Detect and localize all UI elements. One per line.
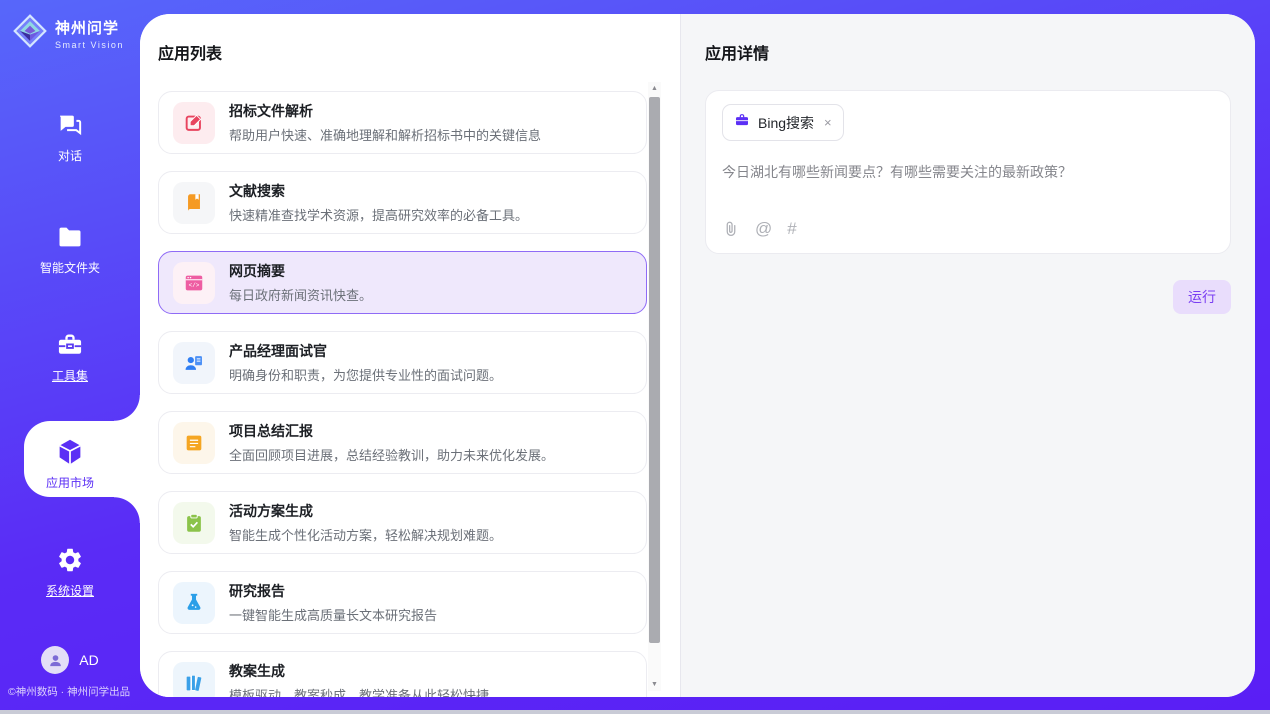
- app-card-description: 模板驱动，教案秒成，教学准备从此轻松快捷: [229, 685, 489, 697]
- svg-text:</>: </>: [189, 282, 200, 289]
- scrollbar-down-arrow-icon[interactable]: ▼: [648, 678, 661, 691]
- app-detail-panel: 应用详情 Bing搜索 × 今日湖北有哪些新闻要点？有哪些需要关注的最新政策？ …: [680, 14, 1255, 697]
- sidebar-item-1[interactable]: 对话: [0, 110, 140, 164]
- brand-name: 神州问学: [55, 17, 124, 38]
- brand-subtitle: Smart Vision: [55, 40, 124, 50]
- app-card-description: 明确身份和职责，为您提供专业性的面试问题。: [229, 365, 502, 384]
- app-card[interactable]: 招标文件解析帮助用户快速、准确地理解和解析招标书中的关键信息: [158, 91, 647, 154]
- app-card-meta: 网页摘要每日政府新闻资讯快查。: [229, 261, 372, 304]
- app-card-title: 产品经理面试官: [229, 341, 502, 361]
- sidebar-item-label: 对话: [58, 147, 82, 164]
- app-card-description: 每日政府新闻资讯快查。: [229, 285, 372, 304]
- scrollbar-thumb[interactable]: [649, 97, 660, 643]
- sidebar: 神州问学 Smart Vision 对话智能文件夹工具集应用市场系统设置 AD …: [0, 0, 140, 710]
- app-card-description: 快速精准查找学术资源，提高研究效率的必备工具。: [229, 205, 528, 224]
- chat-icon: [55, 110, 85, 140]
- books-icon: [173, 662, 215, 698]
- toolbox-icon: [55, 330, 85, 360]
- gear-icon: [55, 545, 85, 575]
- tool-chip-label: Bing搜索: [758, 113, 814, 133]
- app-card[interactable]: 产品经理面试官明确身份和职责，为您提供专业性的面试问题。: [158, 331, 647, 394]
- sidebar-item-5[interactable]: 系统设置: [0, 545, 140, 599]
- app-detail-title: 应用详情: [705, 40, 1231, 64]
- cube-icon: [55, 437, 85, 467]
- chip-close-icon[interactable]: ×: [824, 116, 832, 129]
- report-note-icon: [173, 422, 215, 464]
- sidebar-item-label: 智能文件夹: [40, 259, 100, 276]
- hash-icon[interactable]: #: [787, 219, 796, 239]
- app-list-panel: 应用列表 招标文件解析帮助用户快速、准确地理解和解析招标书中的关键信息文献搜索快…: [140, 14, 680, 697]
- brand: 神州问学 Smart Vision: [12, 13, 124, 54]
- browser-code-icon: </>: [173, 262, 215, 304]
- app-card-description: 帮助用户快速、准确地理解和解析招标书中的关键信息: [229, 125, 541, 144]
- app-card[interactable]: 研究报告一键智能生成高质量长文本研究报告: [158, 571, 647, 634]
- clipboard-check-icon: [173, 502, 215, 544]
- mention-icon[interactable]: @: [755, 219, 772, 239]
- app-card-title: 文献搜索: [229, 181, 528, 201]
- app-card[interactable]: 教案生成模板驱动，教案秒成，教学准备从此轻松快捷: [158, 651, 647, 697]
- app-card[interactable]: 活动方案生成智能生成个性化活动方案，轻松解决规划难题。: [158, 491, 647, 554]
- book-icon: [173, 182, 215, 224]
- sidebar-item-label: 应用市场: [46, 474, 94, 491]
- user-initials: AD: [79, 652, 98, 668]
- app-card-title: 活动方案生成: [229, 501, 502, 521]
- avatar[interactable]: [41, 646, 69, 674]
- app-card-meta: 产品经理面试官明确身份和职责，为您提供专业性的面试问题。: [229, 341, 502, 384]
- app-card-meta: 项目总结汇报全面回顾项目进展，总结经验教训，助力未来优化发展。: [229, 421, 554, 464]
- brand-text: 神州问学 Smart Vision: [55, 17, 124, 50]
- copyright-text: ©神州数码 · 神州问学出品: [8, 684, 140, 699]
- app-card-meta: 教案生成模板驱动，教案秒成，教学准备从此轻松快捷: [229, 661, 489, 697]
- app-card[interactable]: 项目总结汇报全面回顾项目进展，总结经验教训，助力未来优化发展。: [158, 411, 647, 474]
- query-text[interactable]: 今日湖北有哪些新闻要点？有哪些需要关注的最新政策？: [722, 162, 1214, 182]
- app-card-description: 全面回顾项目进展，总结经验教训，助力未来优化发展。: [229, 445, 554, 464]
- app-list-title: 应用列表: [158, 40, 680, 64]
- app-card-title: 教案生成: [229, 661, 489, 681]
- run-button[interactable]: 运行: [1173, 280, 1231, 314]
- main-content: 应用列表 招标文件解析帮助用户快速、准确地理解和解析招标书中的关键信息文献搜索快…: [140, 14, 1255, 697]
- app-detail-card: Bing搜索 × 今日湖北有哪些新闻要点？有哪些需要关注的最新政策？ @#: [705, 90, 1231, 254]
- app-card-title: 招标文件解析: [229, 101, 541, 121]
- brand-logo-icon: [12, 13, 48, 54]
- flask-icon: [173, 582, 215, 624]
- app-card-description: 智能生成个性化活动方案，轻松解决规划难题。: [229, 525, 502, 544]
- sidebar-item-4[interactable]: 应用市场: [0, 437, 140, 491]
- briefcase-icon: [734, 112, 750, 133]
- app-card-meta: 招标文件解析帮助用户快速、准确地理解和解析招标书中的关键信息: [229, 101, 541, 144]
- app-card-meta: 活动方案生成智能生成个性化活动方案，轻松解决规划难题。: [229, 501, 502, 544]
- sidebar-item-3[interactable]: 工具集: [0, 330, 140, 384]
- sidebar-item-label: 系统设置: [46, 582, 94, 599]
- app-card-list: 招标文件解析帮助用户快速、准确地理解和解析招标书中的关键信息文献搜索快速精准查找…: [158, 91, 647, 697]
- user-row[interactable]: AD: [0, 646, 140, 674]
- list-scrollbar[interactable]: ▲ ▼: [648, 82, 661, 691]
- interviewer-icon: [173, 342, 215, 384]
- folder-icon: [55, 222, 85, 252]
- app-card[interactable]: </> 网页摘要每日政府新闻资讯快查。: [158, 251, 647, 314]
- app-card-description: 一键智能生成高质量长文本研究报告: [229, 605, 437, 624]
- app-card-title: 项目总结汇报: [229, 421, 554, 441]
- app-card-meta: 研究报告一键智能生成高质量长文本研究报告: [229, 581, 437, 624]
- edit-doc-icon: [173, 102, 215, 144]
- sidebar-item-label: 工具集: [52, 367, 88, 384]
- app-card-meta: 文献搜索快速精准查找学术资源，提高研究效率的必备工具。: [229, 181, 528, 224]
- app-card-title: 研究报告: [229, 581, 437, 601]
- tool-chip[interactable]: Bing搜索 ×: [722, 104, 844, 141]
- app-card-title: 网页摘要: [229, 261, 372, 281]
- attachment-icon[interactable]: [722, 220, 740, 238]
- composer-icon-row: @#: [722, 219, 1214, 239]
- run-row: 运行: [705, 280, 1231, 314]
- bottom-edge-strip: [0, 710, 1270, 714]
- scrollbar-up-arrow-icon[interactable]: ▲: [648, 82, 661, 95]
- app-card[interactable]: 文献搜索快速精准查找学术资源，提高研究效率的必备工具。: [158, 171, 647, 234]
- sidebar-item-2[interactable]: 智能文件夹: [0, 222, 140, 276]
